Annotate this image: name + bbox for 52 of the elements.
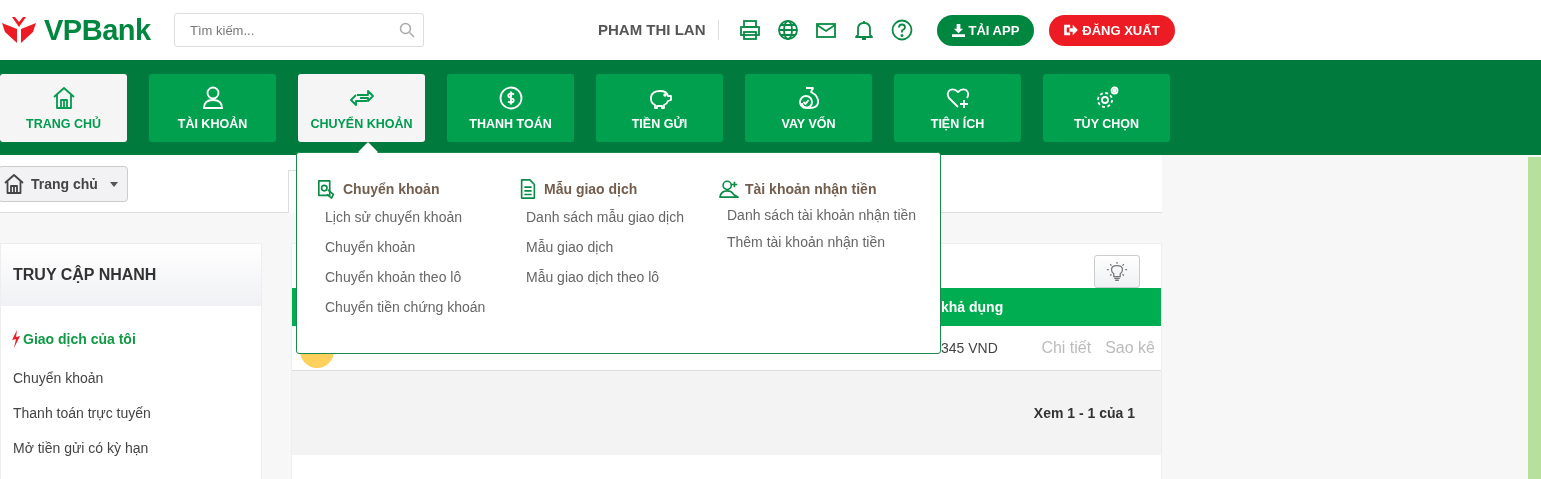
nav-tab[interactable]: TÙY CHỌN: [1043, 74, 1170, 142]
nav-tab[interactable]: TÀI KHOẢN: [149, 74, 276, 142]
caret-icon: [109, 181, 118, 187]
quick-link[interactable]: Mở tiền gửi có kỳ hạn: [13, 431, 261, 466]
printer-icon[interactable]: [738, 19, 761, 41]
quick-link[interactable]: Thanh toán trực tuyến: [13, 396, 261, 431]
menu-item[interactable]: Chuyển khoản theo lô: [325, 262, 518, 292]
logout-button[interactable]: ĐĂNG XUẤT: [1049, 14, 1175, 46]
download-app-button[interactable]: TẢI APP: [936, 14, 1035, 46]
menu-item[interactable]: Danh sách mẫu giao dịch: [526, 202, 719, 232]
heart-plus-icon: [944, 85, 971, 111]
search-field[interactable]: Tìm kiếm...: [174, 13, 424, 47]
download-icon: [951, 23, 965, 37]
lightning-icon: [11, 330, 21, 348]
bell-icon[interactable]: [852, 19, 875, 41]
menu-heading: Mẫu giao dịch: [544, 181, 638, 197]
dollar-coin-icon: [497, 85, 524, 111]
document-icon: [518, 179, 538, 199]
menu-item[interactable]: Mẫu giao dịch theo lô: [526, 262, 719, 292]
menu-item[interactable]: Chuyển khoản: [325, 232, 518, 262]
menu-heading: Chuyển khoản: [343, 181, 440, 197]
lightbulb-button[interactable]: [1094, 255, 1140, 288]
nav-tab[interactable]: THANH TOÁN: [447, 74, 574, 142]
menu-item[interactable]: Danh sách tài khoản nhận tiền: [727, 202, 920, 229]
house-icon: [3, 173, 25, 195]
nav-tab[interactable]: TIỆN ÍCH: [894, 74, 1021, 142]
scrollbar[interactable]: [1528, 157, 1541, 479]
lightbulb-icon: [1106, 260, 1128, 283]
breadcrumb-dropdown[interactable]: Trang chủ: [0, 166, 128, 202]
money-hand-icon: [317, 179, 337, 199]
menu-item[interactable]: Lịch sử chuyển khoản: [325, 202, 518, 232]
person-add-icon: [719, 179, 739, 199]
menu-item[interactable]: Mẫu giao dịch: [526, 232, 719, 262]
search-icon: [399, 22, 415, 38]
menu-item[interactable]: Chuyển tiền chứng khoán: [325, 292, 518, 322]
menu-item[interactable]: Thêm tài khoản nhận tiền: [727, 229, 920, 256]
nav-tab[interactable]: TRANG CHỦ: [0, 74, 127, 142]
user-name: PHAM THI LAN: [598, 20, 719, 40]
logo-petals-icon: [0, 15, 38, 45]
nav-tab[interactable]: VAY VỐN: [745, 74, 872, 142]
help-icon[interactable]: [890, 19, 913, 41]
globe-icon[interactable]: [776, 19, 799, 41]
logo-text: VPBank: [44, 13, 151, 47]
balance-cell-text: 345 VND: [941, 340, 999, 356]
nav-tab[interactable]: TIỀN GỬI: [596, 74, 723, 142]
pagination-text: Xem 1 - 1 của 1: [1033, 405, 1135, 421]
nav-tab[interactable]: CHUYỂN KHOẢN: [298, 74, 425, 142]
menu-heading: Tài khoản nhận tiền: [745, 181, 877, 197]
logout-icon: [1064, 24, 1079, 36]
column-header: khả dụng: [941, 299, 1005, 315]
quick-link[interactable]: Chuyển khoản: [13, 361, 261, 396]
section-title: Giao dịch của tôi: [23, 331, 136, 347]
